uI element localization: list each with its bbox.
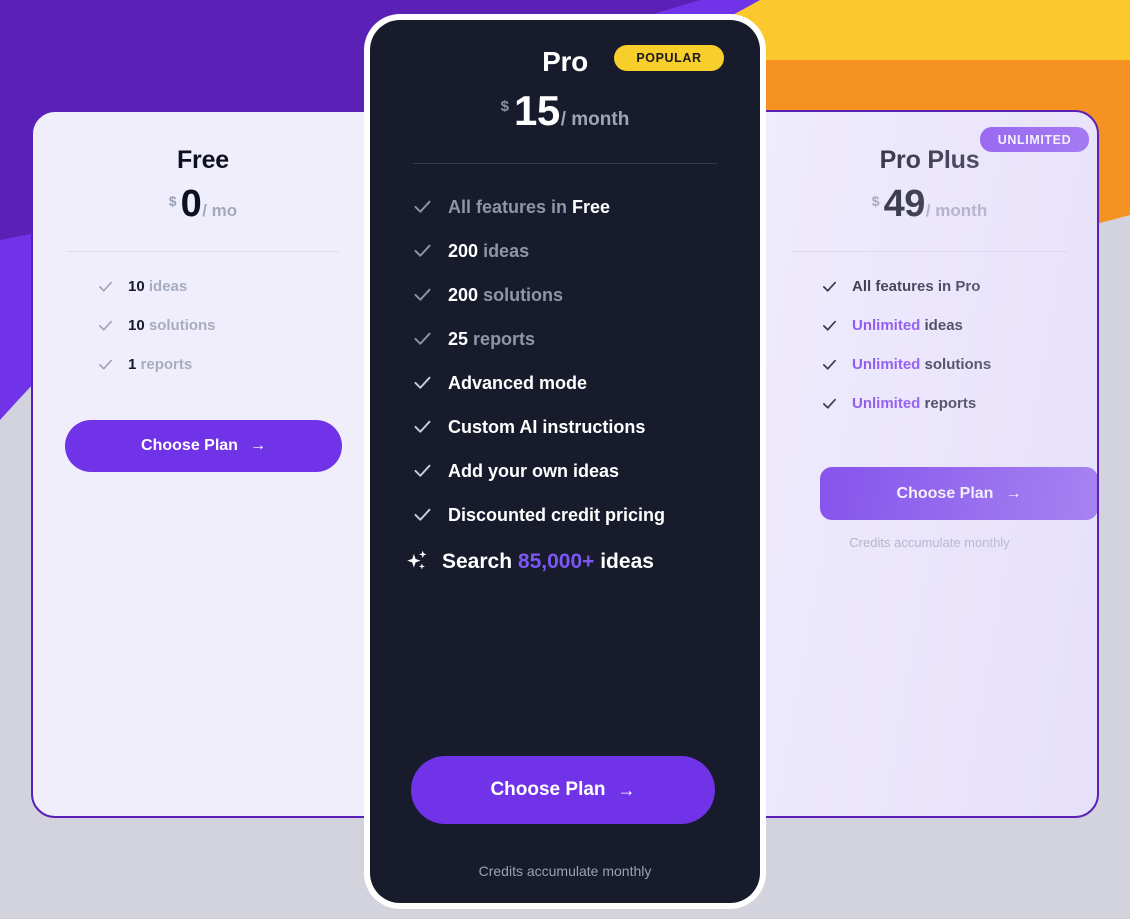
feature-item: 1 reports <box>33 356 373 373</box>
check-icon <box>822 359 837 370</box>
check-icon <box>414 420 431 433</box>
price-amount: 49 <box>883 183 926 225</box>
feature-text: 25 reports <box>448 328 536 349</box>
feature-list-pro-plus: All features in Pro Unlimited ideas Unli… <box>758 278 1097 412</box>
button-label: Choose Plan <box>141 437 238 454</box>
price-amount: 0 <box>180 183 202 225</box>
choose-plan-button-free[interactable]: Choose Plan → <box>65 420 342 472</box>
feature-item: Unlimited reports <box>758 395 1097 412</box>
price-period: / mo <box>202 201 238 220</box>
badge-label: UNLIMITED <box>997 132 1072 147</box>
check-icon <box>99 320 112 331</box>
check-icon <box>99 281 112 292</box>
feature-text: Custom AI instructions <box>448 416 646 437</box>
plan-card-free: Free $ 0 / mo 10 ideas 10 solutions 1 re… <box>33 112 373 816</box>
feature-text: Add your own ideas <box>448 460 620 481</box>
feature-text: All features in Pro <box>852 278 981 295</box>
check-icon <box>822 320 837 331</box>
divider <box>791 251 1068 252</box>
feature-item: All features in Pro <box>758 278 1097 295</box>
feature-item: Advanced mode <box>370 372 760 393</box>
sparkle-icon <box>407 550 427 570</box>
currency-symbol: $ <box>500 98 509 115</box>
choose-plan-button-pro-plus[interactable]: Choose Plan → <box>820 467 1097 520</box>
feature-text: 1 reports <box>128 356 193 373</box>
price-period: / month <box>560 109 630 130</box>
feature-item: 200 ideas <box>370 240 760 261</box>
feature-item: Custom AI instructions <box>370 416 760 437</box>
check-icon <box>414 332 431 345</box>
check-icon <box>414 508 431 521</box>
plan-card-pro-plus: UNLIMITED Pro Plus $ 49 / month All feat… <box>758 112 1097 816</box>
check-icon <box>414 200 431 213</box>
arrow-right-icon: → <box>617 780 636 800</box>
check-icon <box>414 288 431 301</box>
plan-card-pro: POPULAR Pro $ 15 / month All features in… <box>370 20 760 903</box>
button-label: Choose Plan <box>896 484 994 502</box>
plan-note-pro: Credits accumulate monthly <box>478 863 652 879</box>
feature-text: Unlimited ideas <box>852 317 963 334</box>
feature-text: Search 85,000+ ideas <box>442 549 654 573</box>
currency-symbol: $ <box>871 193 880 209</box>
feature-item: All features in Free <box>370 196 760 217</box>
plan-note-pro-plus: Credits accumulate monthly <box>849 535 1010 550</box>
check-icon <box>414 244 431 257</box>
feature-item: 10 ideas <box>33 278 373 295</box>
plan-price-free: $ 0 / mo <box>33 185 373 223</box>
feature-text: Advanced mode <box>448 372 588 393</box>
price-amount: 15 <box>514 87 560 134</box>
arrow-right-icon: → <box>249 437 266 454</box>
feature-list-free: 10 ideas 10 solutions 1 reports <box>33 278 373 373</box>
plan-title-free: Free <box>176 146 229 174</box>
feature-text: 10 ideas <box>128 278 188 295</box>
feature-item: Unlimited ideas <box>758 317 1097 334</box>
feature-item: 25 reports <box>370 328 760 349</box>
plan-price-pro-plus: $ 49 / month <box>758 183 1097 225</box>
feature-text: 200 solutions <box>448 284 564 305</box>
pricing-page: Free $ 0 / mo 10 ideas 10 solutions 1 re… <box>0 0 1130 919</box>
arrow-right-icon: → <box>1005 484 1022 502</box>
feature-text: Unlimited reports <box>852 395 977 412</box>
feature-text: Unlimited solutions <box>852 356 992 373</box>
currency-symbol: $ <box>168 193 177 209</box>
check-icon <box>99 359 112 370</box>
price-period: / month <box>925 201 988 220</box>
feature-item: Unlimited solutions <box>758 356 1097 373</box>
feature-text: 200 ideas <box>448 240 530 261</box>
feature-list-pro: All features in Free 200 ideas 200 solut… <box>370 196 760 574</box>
choose-plan-button-pro[interactable]: Choose Plan → <box>411 756 715 824</box>
status-badge-popular: POPULAR <box>614 45 724 71</box>
plan-price-pro: $ 15 / month <box>370 90 760 132</box>
feature-item-search: Search 85,000+ ideas <box>370 548 760 574</box>
feature-text: All features in Free <box>448 196 611 217</box>
feature-text: 10 solutions <box>128 317 216 334</box>
divider <box>413 163 717 164</box>
feature-text: Discounted credit pricing <box>448 504 666 525</box>
badge-label: POPULAR <box>636 51 702 65</box>
check-icon <box>822 398 837 409</box>
feature-item: Discounted credit pricing <box>370 504 760 525</box>
check-icon <box>414 376 431 389</box>
divider <box>67 251 339 252</box>
feature-item: 10 solutions <box>33 317 373 334</box>
check-icon <box>822 281 837 292</box>
status-badge-unlimited: UNLIMITED <box>980 127 1089 152</box>
check-icon <box>414 464 431 477</box>
feature-item: 200 solutions <box>370 284 760 305</box>
button-label: Choose Plan <box>490 779 606 800</box>
feature-item: Add your own ideas <box>370 460 760 481</box>
